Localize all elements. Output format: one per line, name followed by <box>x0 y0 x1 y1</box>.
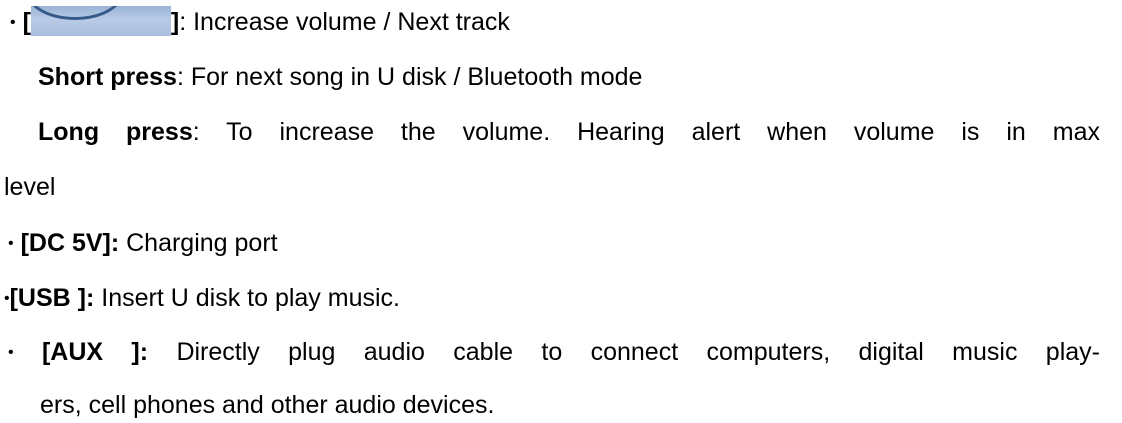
item-label: [DC 5V]: <box>20 229 120 257</box>
item-text: Insert U disk to play music. <box>94 284 400 312</box>
bracket-open: [ <box>22 8 31 36</box>
list-item-aux-continuation: ers, cell phones and other audio devices… <box>40 391 495 419</box>
bullet: • <box>8 235 14 252</box>
item-label: ] <box>170 8 180 36</box>
detail-short-press: Short press: For next song in U disk / B… <box>38 62 642 92</box>
item-text: : Increase volume / Next track <box>179 8 510 36</box>
list-item-aux: • [AUX ]: Directly plug audio cable to c… <box>8 337 1100 368</box>
list-item-volume-up: • []: Increase volume / Next track <box>10 6 510 38</box>
detail-long-press-continuation: level <box>4 173 56 201</box>
detail-term: Short press <box>38 63 177 91</box>
bullet: • <box>8 344 14 361</box>
detail-long-press: Long press: To increase the volume. Hear… <box>38 117 1100 147</box>
list-item-usb: •[USB ]: Insert U disk to play music. <box>4 283 400 314</box>
list-item-dc-5v: • [DC 5V]: Charging port <box>8 228 278 259</box>
detail-term: Long press <box>38 118 193 146</box>
bullet: • <box>10 14 16 31</box>
item-label: [USB ]: <box>9 284 95 312</box>
item-text: Charging port <box>119 229 278 257</box>
detail-text: : To increase the volume. Hearing alert … <box>192 118 1100 146</box>
item-label: [AUX ]: <box>41 338 149 366</box>
item-text: Directly plug audio cable to connect com… <box>148 338 1100 366</box>
volume-up-button-image <box>30 6 171 36</box>
detail-text: : For next song in U disk / Bluetooth mo… <box>176 63 643 91</box>
